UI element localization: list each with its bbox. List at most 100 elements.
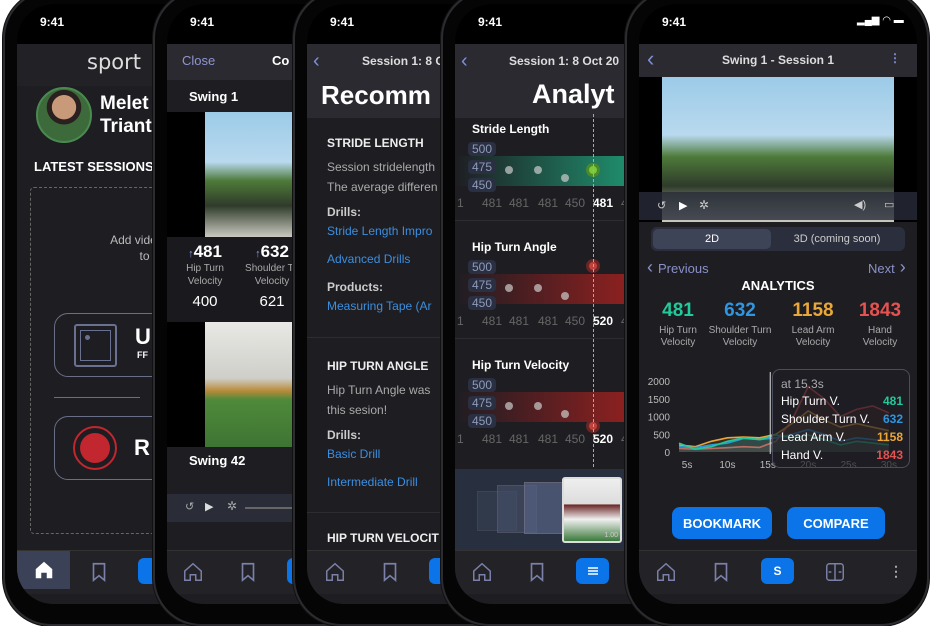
x-label: 1 [457,314,464,328]
data-point[interactable] [505,284,513,292]
home-icon[interactable] [655,561,677,583]
compare-icon[interactable] [824,561,846,583]
x-label: 481 [482,432,503,446]
x-label: 481 [538,432,559,446]
nav-home[interactable] [17,551,70,589]
settings-icon[interactable]: ✲ [227,499,237,513]
bookmark-button[interactable]: BOOKMARK [672,507,772,539]
y-tick-label: 1000 [648,413,671,424]
swing2-title: Swing 42 [189,453,246,468]
more-icon[interactable]: ⋮ [889,563,903,580]
x-label: 1 [457,196,464,210]
drill-link[interactable]: Stride Length Impro [327,224,432,238]
replay-icon[interactable]: ↺ [185,500,194,513]
stride-length-text: Session stridelength The average differen [327,160,438,194]
x-label: 481 [538,314,559,328]
airplay-icon[interactable]: ▭ [884,198,894,211]
page-title: Recomm [321,80,431,110]
bookmark-icon[interactable] [526,561,548,583]
avatar [36,87,92,143]
x-label: 450 [565,432,586,446]
close-button[interactable]: Close [182,53,215,68]
swing1-title: Swing 1 [189,89,239,104]
view-mode-toggle: 2D 3D (coming soon) [651,227,905,251]
data-point[interactable] [534,402,542,410]
video-controls: ↺ ▶ ✲ ◀) ▭ [639,192,917,220]
video-letterbox [167,112,205,237]
back-chevron-icon[interactable]: ‹ [313,50,320,73]
data-point[interactable] [561,410,569,418]
thumbnail-selected[interactable]: 1.00 [562,477,622,543]
metric-title: Hip Turn Angle [472,240,557,254]
metric-title: Hip Turn Velocity [472,358,570,372]
session-title: Session 1: 8 O [362,54,445,68]
data-point[interactable] [561,292,569,300]
status-time: 9:41 [190,15,215,29]
home-icon[interactable] [471,561,493,583]
y-tick-label: 500 [653,430,670,441]
nav-sessions-button[interactable] [576,558,609,584]
tab-3d[interactable]: 3D (coming soon) [771,229,903,249]
data-point[interactable] [505,402,513,410]
tooltip-label: Lead Arm V. [781,430,846,444]
x-label: 481 [509,196,530,210]
data-point[interactable] [505,166,513,174]
user-name: Melet Triant [100,92,152,138]
settings-icon[interactable]: ✲ [699,198,709,212]
latest-sessions-heading: LATEST SESSIONS [34,159,154,174]
tooltip-label: Hip Turn V. [781,394,840,408]
compare-button[interactable]: COMPARE [787,507,885,539]
data-point[interactable] [534,166,542,174]
tooltip-value: 1843 [876,448,903,462]
swing-screen: 9:41 ▂▄▆ ◠ ▬ ‹ Swing 1 - Session 1 ⋮ ↺ ▶… [639,4,917,604]
bookmark-icon[interactable] [88,561,110,583]
drill-link[interactable]: Intermediate Drill [327,475,418,489]
more-icon[interactable]: ⋮ [889,51,901,65]
y-label: 475 [468,160,497,174]
previous-button[interactable]: ‹ Previous [647,257,709,278]
replay-icon[interactable]: ↺ [657,199,666,212]
nav-sessions-button[interactable]: S [761,558,794,584]
drill-link[interactable]: Basic Drill [327,447,380,461]
sessions-icon [587,567,598,575]
back-chevron-icon[interactable]: ‹ [461,50,468,73]
bookmark-icon[interactable] [237,561,259,583]
x-label: 481 [509,432,530,446]
y-tick-label: 1500 [648,395,671,406]
home-icon[interactable] [324,561,346,583]
metric-value: 481 [662,300,694,321]
status-time: 9:41 [662,15,687,29]
stat-value: 632 [260,242,289,261]
chart-tooltip: at 15.3s Hip Turn V. 481 Shoulder Turn V. 6… [772,369,910,468]
signal-wifi-battery-icon: ▂▄▆ ◠ ▬ [857,15,904,26]
stat-label: Hip Turn Velocity [186,263,224,287]
next-button[interactable]: Next › [868,257,906,278]
thumbnail[interactable] [524,482,564,534]
drills-label: Drills: [327,428,362,442]
data-point[interactable] [561,174,569,182]
play-icon[interactable]: ▶ [205,500,213,513]
metric-label-line: Shoulder Turn [708,325,772,336]
compare-title: Co [272,53,290,68]
upload-label: U [135,324,151,349]
data-point[interactable] [534,284,542,292]
x-label: 481 [509,314,530,328]
bookmark-icon[interactable] [710,561,732,583]
metric-label-line: Hand [868,325,892,336]
record-icon [73,426,117,470]
divider [54,397,140,398]
thumbnail-badge: 1.00 [604,532,618,539]
x-label: 1 [457,432,464,446]
bookmark-icon[interactable] [379,561,401,583]
drill-link[interactable]: Advanced Drills [327,252,410,266]
products-label: Products: [327,280,384,294]
tab-2d[interactable]: 2D [653,229,771,249]
metric-label: Shoulder Turn Velocity [700,325,780,349]
product-link[interactable]: Measuring Tape (Ar [327,299,432,313]
x-tick-label: 10s [719,460,735,471]
home-icon[interactable] [182,561,204,583]
status-bar: 9:41 ▂▄▆ ◠ ▬ [639,4,917,44]
volume-icon[interactable]: ◀) [854,198,866,211]
x-label: 450 [565,314,586,328]
play-icon[interactable]: ▶ [679,199,687,212]
